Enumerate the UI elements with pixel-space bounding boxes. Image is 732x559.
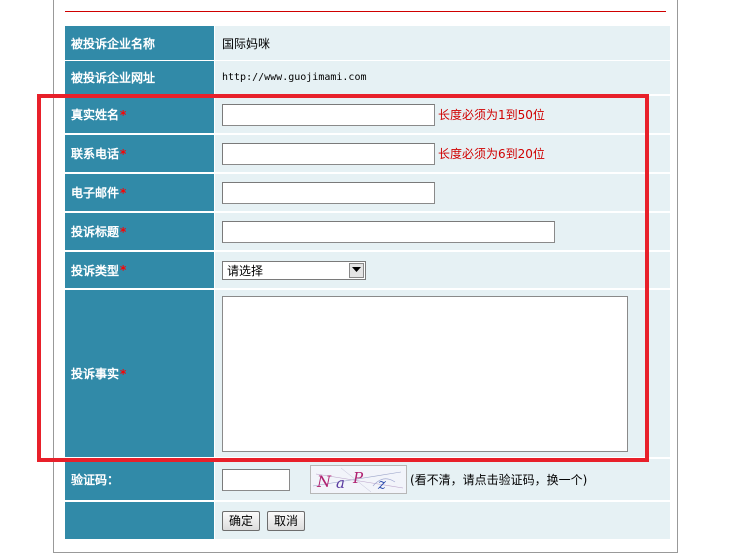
svg-text:z: z: [377, 475, 386, 493]
row-company-name: 被投诉企业名称 国际妈咪: [65, 26, 670, 60]
required-mark: *: [120, 224, 127, 239]
type-cell: 请选择: [215, 252, 670, 288]
company-name-value: 国际妈咪: [222, 36, 271, 51]
row-real-name: 真实姓名 * 长度必须为1到50位: [65, 96, 670, 133]
email-cell: [215, 174, 670, 211]
cancel-button[interactable]: 取消: [267, 510, 306, 531]
real-name-hint: 长度必须为1到50位: [438, 108, 545, 122]
row-captcha: 验证码： N a P z (看不清，请点击验证码，换一个): [65, 459, 670, 500]
company-url-label: 被投诉企业网址: [65, 61, 214, 94]
required-mark: *: [120, 107, 127, 122]
actions-cell: 确定 取消: [215, 502, 670, 539]
captcha-note: (看不清，请点击验证码，换一个): [410, 473, 588, 487]
phone-hint: 长度必须为6到20位: [438, 147, 545, 161]
company-url-value: http://www.guojimami.com: [222, 72, 367, 83]
svg-text:N: N: [316, 472, 332, 491]
facts-cell: [215, 290, 670, 457]
title-input[interactable]: [222, 220, 555, 243]
real-name-cell: 长度必须为1到50位: [215, 96, 670, 133]
row-company-url: 被投诉企业网址 http://www.guojimami.com: [65, 61, 670, 94]
complaint-type-selected: 请选择: [227, 263, 264, 278]
required-mark: *: [120, 185, 127, 200]
svg-text:P: P: [352, 469, 364, 487]
captcha-image[interactable]: N a P z: [310, 465, 407, 494]
phone-input[interactable]: [222, 142, 435, 165]
email-input[interactable]: [222, 181, 435, 204]
type-label: 投诉类型 *: [65, 252, 214, 288]
company-name-cell: 国际妈咪: [215, 26, 670, 60]
complaint-type-select[interactable]: 请选择: [222, 260, 366, 280]
real-name-input[interactable]: [222, 103, 435, 126]
phone-label: 联系电话 *: [65, 135, 214, 172]
company-name-label: 被投诉企业名称: [65, 26, 214, 60]
complaint-form-page: 被投诉企业名称 国际妈咪 被投诉企业网址 http://www.guojimam…: [0, 0, 732, 559]
captcha-cell: N a P z (看不清，请点击验证码，换一个): [215, 459, 670, 500]
row-email: 电子邮件 *: [65, 174, 670, 211]
facts-label: 投诉事实 *: [65, 290, 214, 457]
bottom-border: [53, 552, 678, 553]
svg-text:a: a: [336, 474, 345, 492]
company-url-cell: http://www.guojimami.com: [215, 61, 670, 94]
email-label: 电子邮件 *: [65, 174, 214, 211]
captcha-input[interactable]: [222, 468, 290, 491]
facts-textarea[interactable]: [222, 295, 628, 452]
row-type: 投诉类型 * 请选择: [65, 252, 670, 288]
chevron-down-icon[interactable]: [349, 262, 364, 278]
right-border: [677, 0, 678, 553]
required-mark: *: [120, 366, 127, 381]
actions-label-cell: [65, 502, 214, 539]
row-facts: 投诉事实 *: [65, 290, 670, 457]
captcha-label: 验证码：: [65, 459, 214, 500]
left-border: [53, 0, 54, 553]
title-cell: [215, 213, 670, 250]
confirm-button[interactable]: 确定: [222, 510, 261, 531]
phone-cell: 长度必须为6到20位: [215, 135, 670, 172]
title-label: 投诉标题 *: [65, 213, 214, 250]
required-mark: *: [120, 263, 127, 277]
row-title: 投诉标题 *: [65, 213, 670, 250]
required-mark: *: [120, 146, 127, 161]
row-actions: 确定 取消: [65, 502, 670, 539]
top-divider: [65, 11, 666, 12]
row-phone: 联系电话 * 长度必须为6到20位: [65, 135, 670, 172]
real-name-label: 真实姓名 *: [65, 96, 214, 133]
